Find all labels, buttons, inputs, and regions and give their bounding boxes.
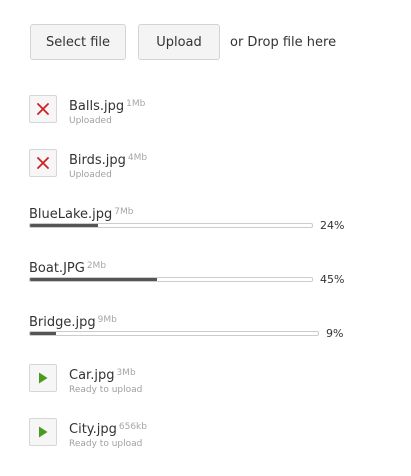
progress-percent: 9%	[326, 327, 344, 340]
file-item-uploading: Boat.JPG 2Mb 45%	[29, 257, 359, 297]
progress-bar	[29, 223, 313, 228]
select-file-button[interactable]: Select file	[30, 24, 126, 60]
play-icon	[39, 426, 48, 438]
play-icon	[39, 372, 48, 384]
progress-percent: 24%	[320, 219, 345, 232]
file-name: BlueLake.jpg	[29, 207, 113, 222]
file-name: Bridge.jpg	[29, 315, 96, 330]
file-size: 3Mb	[116, 368, 136, 378]
file-size: 4Mb	[127, 153, 148, 163]
progress-percent: 45%	[320, 273, 345, 286]
drop-zone-hint: or Drop file here	[230, 34, 337, 50]
close-icon	[37, 103, 49, 115]
file-size: 1Mb	[126, 99, 146, 109]
start-upload-button[interactable]	[29, 364, 57, 392]
progress-fill	[30, 332, 56, 335]
file-status: Ready to upload	[69, 439, 143, 449]
file-name: Balls.jpg	[69, 99, 125, 114]
upload-toolbar: Select file Upload or Drop file here	[30, 24, 336, 60]
file-name: Car.jpg	[69, 368, 115, 383]
file-item-uploading: BlueLake.jpg 7Mb 24%	[29, 203, 359, 243]
file-size: 2Mb	[86, 261, 107, 271]
file-status: Ready to upload	[69, 385, 143, 395]
close-icon	[37, 157, 49, 169]
file-item-uploading: Bridge.jpg 9Mb 9%	[29, 311, 359, 351]
file-size: 656kb	[118, 422, 147, 432]
upload-button[interactable]: Upload	[138, 24, 220, 60]
progress-fill	[30, 224, 98, 227]
file-name: City.jpg	[69, 422, 117, 437]
file-status: Uploaded	[69, 170, 112, 180]
remove-file-button[interactable]	[29, 95, 57, 123]
remove-file-button[interactable]	[29, 149, 57, 177]
progress-bar	[29, 277, 313, 282]
file-size: 7Mb	[114, 207, 134, 217]
progress-bar	[29, 331, 319, 336]
start-upload-button[interactable]	[29, 418, 57, 446]
file-name: Boat.JPG	[29, 261, 85, 276]
file-size: 9Mb	[97, 315, 117, 325]
progress-fill	[30, 278, 157, 281]
file-name: Birds.jpg	[69, 153, 126, 168]
file-status: Uploaded	[69, 116, 112, 126]
